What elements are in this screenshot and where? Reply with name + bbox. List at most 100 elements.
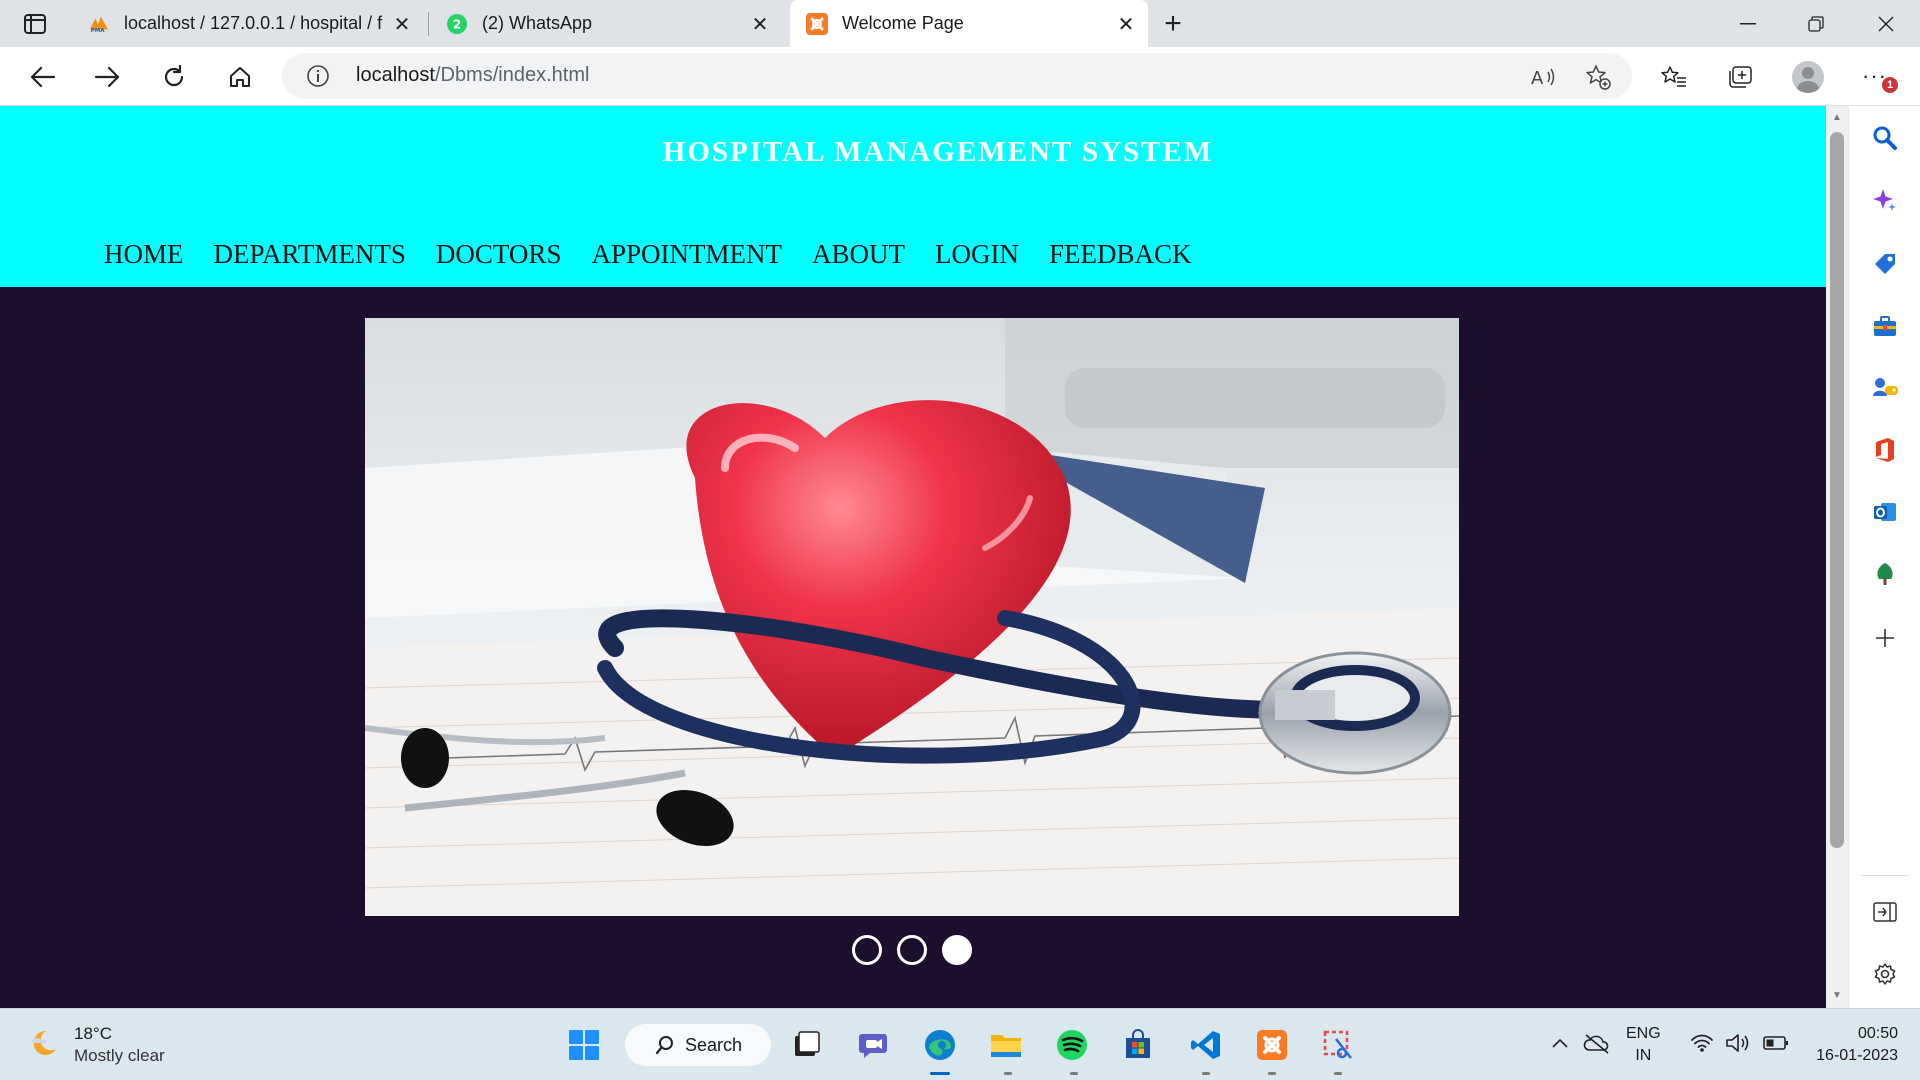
nav-departments-link[interactable]: DEPARTMENTS: [214, 239, 406, 270]
vscode-icon[interactable]: [1184, 1023, 1228, 1067]
clock-date: 16-01-2023: [1816, 1047, 1898, 1064]
carousel-slide-image: [365, 318, 1459, 916]
spotify-icon[interactable]: [1050, 1023, 1094, 1067]
search-icon: [655, 1035, 675, 1060]
new-tab-button[interactable]: +: [1156, 7, 1190, 40]
browser-tab-bar: PMA localhost / 127.0.0.1 / hospital / f…: [0, 0, 1920, 47]
read-aloud-icon[interactable]: A: [1530, 63, 1558, 91]
notification-badge: 1: [1882, 77, 1898, 93]
carousel-dot-1[interactable]: [852, 935, 882, 965]
site-info-icon[interactable]: [306, 64, 330, 88]
url-path: /Dbms/index.html: [434, 64, 590, 86]
office-icon[interactable]: [1867, 432, 1903, 468]
clock-time: 00:50: [1857, 1025, 1898, 1042]
snipping-running-indicator: [1334, 1072, 1342, 1075]
tab-welcome-page[interactable]: Welcome Page ✕: [790, 0, 1148, 47]
edge-active-indicator: [930, 1072, 950, 1075]
scroll-down-arrow[interactable]: ▼: [1830, 990, 1844, 1004]
add-favorite-icon[interactable]: [1584, 63, 1612, 91]
restore-button[interactable]: [1782, 0, 1850, 47]
copilot-sparkle-icon[interactable]: [1867, 182, 1903, 218]
nav-feedback-link[interactable]: FEEDBACK: [1049, 239, 1192, 270]
file-explorer-icon[interactable]: [984, 1023, 1028, 1067]
vscode-running-indicator: [1202, 1072, 1210, 1075]
search-icon[interactable]: [1867, 120, 1903, 156]
whatsapp-icon: 2: [446, 13, 468, 35]
address-bar[interactable]: localhost/Dbms/index.html A: [282, 53, 1632, 99]
svg-text:A: A: [1531, 68, 1544, 88]
scroll-up-arrow[interactable]: ▲: [1830, 112, 1844, 126]
site-nav: HOME DEPARTMENTS DOCTORS APPOINTMENT ABO…: [104, 239, 1221, 270]
close-tab-icon[interactable]: ✕: [1114, 12, 1138, 36]
close-tab-icon[interactable]: ✕: [390, 12, 414, 36]
xampp-running-indicator: [1268, 1072, 1276, 1075]
site-header: HOSPITAL MANAGEMENT SYSTEM HOME DEPARTME…: [0, 106, 1826, 287]
teams-chat-icon[interactable]: [852, 1023, 896, 1067]
language-indicator[interactable]: ENG IN: [1626, 1023, 1661, 1067]
browser-toolbar: localhost/Dbms/index.html A ··· 1: [0, 47, 1920, 106]
taskbar-search[interactable]: Search: [625, 1024, 771, 1066]
games-icon[interactable]: [1867, 370, 1903, 406]
search-label: Search: [685, 1034, 743, 1055]
nav-home-link[interactable]: HOME: [104, 239, 184, 270]
close-tab-icon[interactable]: ✕: [748, 12, 772, 36]
wifi-icon[interactable]: [1688, 1029, 1716, 1057]
outlook-icon[interactable]: [1867, 494, 1903, 530]
language-code: ENG: [1626, 1025, 1661, 1042]
nav-login-link[interactable]: LOGIN: [935, 239, 1019, 270]
add-sidebar-app-icon[interactable]: [1867, 620, 1903, 656]
weather-text: 18°C Mostly clear: [74, 1023, 165, 1067]
microsoft-store-icon[interactable]: [1116, 1023, 1160, 1067]
tab-phpmyadmin[interactable]: PMA localhost / 127.0.0.1 / hospital / f…: [72, 0, 424, 47]
tools-briefcase-icon[interactable]: [1867, 308, 1903, 344]
spotify-running-indicator: [1070, 1072, 1078, 1075]
nav-about-link[interactable]: ABOUT: [812, 239, 905, 270]
nav-doctors-link[interactable]: DOCTORS: [436, 239, 562, 270]
xampp-taskbar-icon[interactable]: [1250, 1023, 1294, 1067]
svg-text:PMA: PMA: [91, 28, 106, 34]
carousel-dot-3[interactable]: [942, 935, 972, 965]
carousel-dot-2[interactable]: [897, 935, 927, 965]
edge-browser-icon[interactable]: [918, 1023, 962, 1067]
profile-avatar[interactable]: [1792, 61, 1824, 93]
sidebar-settings-icon[interactable]: [1867, 956, 1903, 992]
refresh-button[interactable]: [154, 57, 194, 97]
tab-title: localhost / 127.0.0.1 / hospital / f: [124, 13, 383, 33]
page-scrollbar[interactable]: ▲ ▼: [1826, 106, 1848, 1008]
tree-icon[interactable]: [1867, 556, 1903, 592]
forward-button[interactable]: [88, 57, 128, 97]
tab-title: (2) WhatsApp: [482, 13, 593, 33]
hide-sidebar-icon[interactable]: [1867, 894, 1903, 930]
close-window-button[interactable]: [1852, 0, 1920, 47]
scrollbar-thumb[interactable]: [1830, 132, 1844, 848]
moon-cloud-icon: [26, 1025, 62, 1066]
weather-temp: 18°C: [74, 1024, 112, 1043]
onedrive-offline-icon[interactable]: [1582, 1029, 1612, 1057]
tab-separator: [428, 12, 429, 36]
windows-taskbar: 18°C Mostly clear Search ENG IN 00:50 16…: [0, 1008, 1920, 1080]
weather-condition: Mostly clear: [74, 1046, 165, 1065]
phpmyadmin-icon: PMA: [88, 13, 110, 35]
favorites-icon[interactable]: [1654, 57, 1694, 97]
whatsapp-badge: 2: [453, 17, 461, 31]
tab-whatsapp[interactable]: 2 (2) WhatsApp ✕: [430, 0, 782, 47]
task-view-icon[interactable]: [784, 1023, 828, 1067]
snipping-tool-icon[interactable]: [1316, 1023, 1360, 1067]
system-clock[interactable]: 00:50 16-01-2023: [1778, 1023, 1898, 1067]
collections-icon[interactable]: [1720, 57, 1760, 97]
show-hidden-icons-chevron[interactable]: [1548, 1029, 1572, 1057]
carousel-indicators: [852, 935, 972, 965]
web-page: HOSPITAL MANAGEMENT SYSTEM HOME DEPARTME…: [0, 106, 1826, 1008]
home-button[interactable]: [220, 57, 260, 97]
back-button[interactable]: [22, 57, 62, 97]
minimize-button[interactable]: [1714, 0, 1782, 47]
start-button[interactable]: [562, 1023, 606, 1067]
url-host: localhost: [356, 64, 435, 86]
nav-appointment-link[interactable]: APPOINTMENT: [591, 239, 782, 270]
weather-widget[interactable]: 18°C Mostly clear: [26, 1023, 165, 1067]
url-text: localhost/Dbms/index.html: [356, 64, 589, 87]
volume-icon[interactable]: [1724, 1029, 1752, 1057]
sidebar-divider: [1861, 875, 1909, 876]
shopping-tag-icon[interactable]: [1867, 246, 1903, 282]
tab-actions-icon[interactable]: [18, 10, 52, 38]
